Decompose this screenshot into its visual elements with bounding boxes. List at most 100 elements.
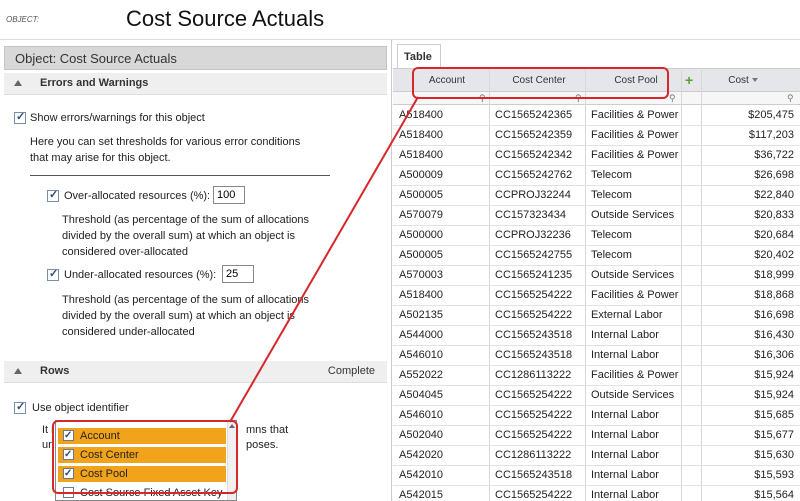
cell-cost-pool: Outside Services (591, 269, 675, 281)
cell-cost-center: CC1565254222 (495, 389, 573, 401)
under-description-line3: considered under-allocated (62, 326, 195, 338)
cell-cost: $18,999 (754, 269, 794, 281)
sort-desc-icon[interactable] (751, 78, 758, 83)
table-row[interactable]: A570079 CC157323434 Outside Services $20,83… (393, 206, 800, 226)
cell-cost-pool: Facilities & Power (591, 149, 679, 161)
table-row[interactable]: A500000 CCPROJ32236 Telecom $20,684 (393, 226, 800, 246)
table-row[interactable]: A544000 CC1565243518 Internal Labor $16,430 (393, 326, 800, 346)
cell-account: A552022 (399, 369, 444, 381)
rows-section-header[interactable]: Rows Complete (4, 361, 387, 383)
cell-cost-pool: Telecom (591, 249, 632, 261)
over-description-line3: considered over-allocated (62, 246, 188, 258)
cell-cost: $36,722 (754, 149, 794, 161)
cell-cost-center: CC1565242762 (495, 169, 573, 181)
cell-cost: $22,840 (754, 189, 794, 201)
cell-cost-center: CC1565242342 (495, 149, 573, 161)
cell-cost-pool: Facilities & Power (591, 109, 679, 121)
table-row[interactable]: A546010 CC1565243518 Internal Labor $16,306 (393, 346, 800, 366)
cell-cost-center: CC1565254222 (495, 289, 573, 301)
collapse-icon[interactable] (14, 80, 22, 86)
table-row[interactable]: A570003 CC1565241235 Outside Services $18,9… (393, 266, 800, 286)
cell-cost-pool: Facilities & Power (591, 129, 679, 141)
divider (30, 175, 330, 176)
table-row[interactable]: A518400 CC1565242342 Facilities & Power $36… (393, 146, 800, 166)
cell-cost-pool: Outside Services (591, 389, 675, 401)
under-allocated-input[interactable] (222, 265, 254, 283)
table-row[interactable]: A502135 CC1565254222 External Labor $16,698 (393, 306, 800, 326)
under-description-line1: Threshold (as percentage of the sum of a… (62, 294, 310, 306)
table-row[interactable]: A518400 CC1565242359 Facilities & Power $11… (393, 126, 800, 146)
cell-account: A544000 (399, 329, 444, 341)
cell-cost: $205,475 (748, 109, 794, 121)
cell-cost-center: CC1565254222 (495, 309, 573, 321)
table-row[interactable]: A518400 CC1565242365 Facilities & Power $20… (393, 106, 800, 126)
add-column-icon[interactable]: + (685, 72, 693, 88)
cost-header-label: Cost (728, 75, 749, 86)
cell-cost: $20,684 (754, 229, 794, 241)
cell-account: A546010 (399, 409, 444, 421)
table-row[interactable]: A504045 CC1565254222 Outside Services $15,9… (393, 386, 800, 406)
cell-cost: $117,203 (748, 129, 794, 141)
filter-icon[interactable]: ⚲ (787, 93, 794, 104)
cell-cost-center: CC1286113222 (495, 369, 572, 381)
cell-cost-pool: Internal Labor (591, 449, 659, 461)
list-selection-highlight (52, 420, 238, 494)
cell-cost-pool: Internal Labor (591, 409, 659, 421)
table-row[interactable]: A500009 CC1565242762 Telecom $26,698 (393, 166, 800, 186)
table-row[interactable]: A502040 CC1565254222 Internal Labor $15,677 (393, 426, 800, 446)
under-allocated-label: Under-allocated resources (%): (64, 269, 217, 281)
cell-account: A500005 (399, 249, 444, 261)
cell-cost-pool: Telecom (591, 189, 632, 201)
rows-section-title: Rows (40, 365, 70, 377)
table-row[interactable]: A500005 CCPROJ32244 Telecom $22,840 (393, 186, 800, 206)
cell-cost: $15,677 (754, 429, 794, 441)
cell-cost-pool: Facilities & Power (591, 289, 679, 301)
cell-cost: $16,698 (754, 309, 794, 321)
errors-description-line2: that may arise for this object. (30, 152, 171, 164)
cell-cost-pool: Internal Labor (591, 429, 659, 441)
errors-section-title: Errors and Warnings (40, 77, 149, 89)
cell-account: A570003 (399, 269, 444, 281)
collapse-icon[interactable] (14, 368, 22, 374)
cell-cost: $20,833 (754, 209, 794, 221)
table-row[interactable]: A542015 CC1565254222 Internal Labor $15,564 (393, 486, 800, 501)
cell-cost-center: CC1565254222 (495, 429, 573, 441)
cell-cost-center: CC1565242365 (495, 109, 573, 121)
table-row[interactable]: A542020 CC1286113222 Internal Labor $15,630 (393, 446, 800, 466)
over-allocated-checkbox[interactable] (47, 188, 59, 202)
cell-account: A570079 (399, 209, 444, 221)
column-header-cost[interactable]: Cost (713, 75, 773, 86)
cell-cost: $15,593 (754, 469, 794, 481)
cell-cost: $15,924 (754, 369, 794, 381)
use-identifier-label: Use object identifier (32, 402, 129, 414)
table-row[interactable]: A518400 CC1565254222 Facilities & Power $18… (393, 286, 800, 306)
identifier-description-fragment: poses. (246, 439, 279, 451)
cell-account: A542015 (399, 489, 444, 501)
cell-cost-center: CC1565243518 (495, 469, 573, 481)
cell-cost-pool: Internal Labor (591, 489, 659, 501)
table-row[interactable]: A552022 CC1286113222 Facilities & Power $15… (393, 366, 800, 386)
cell-cost-center: CC1565242359 (495, 129, 573, 141)
under-allocated-checkbox[interactable] (47, 267, 59, 281)
table-row[interactable]: A542010 CC1565243518 Internal Labor $15,593 (393, 466, 800, 486)
panel-title: Object: Cost Source Actuals (4, 46, 387, 70)
table-row[interactable]: A546010 CC1565254222 Internal Labor $15,685 (393, 406, 800, 426)
cell-cost: $15,924 (754, 389, 794, 401)
cell-account: A518400 (399, 109, 444, 121)
over-allocated-input[interactable] (213, 186, 245, 204)
table-row[interactable]: A500005 CC1565242755 Telecom $20,402 (393, 246, 800, 266)
show-errors-checkbox[interactable] (14, 110, 26, 124)
cell-cost: $15,630 (754, 449, 794, 461)
filter-icon[interactable]: ⚲ (669, 93, 676, 104)
cell-account: A502135 (399, 309, 444, 321)
tab-table[interactable]: Table (397, 44, 441, 68)
cell-cost-center: CC1565254222 (495, 489, 573, 501)
table-columns-highlight (412, 67, 669, 99)
cell-cost-center: CC1286113222 (495, 449, 572, 461)
errors-section-header[interactable]: Errors and Warnings (4, 73, 387, 95)
use-identifier-checkbox[interactable] (14, 400, 26, 414)
cell-cost-center: CC1565242755 (495, 249, 573, 261)
cell-account: A518400 (399, 149, 444, 161)
cell-cost-pool: Facilities & Power (591, 369, 679, 381)
cell-cost: $15,564 (754, 489, 794, 501)
